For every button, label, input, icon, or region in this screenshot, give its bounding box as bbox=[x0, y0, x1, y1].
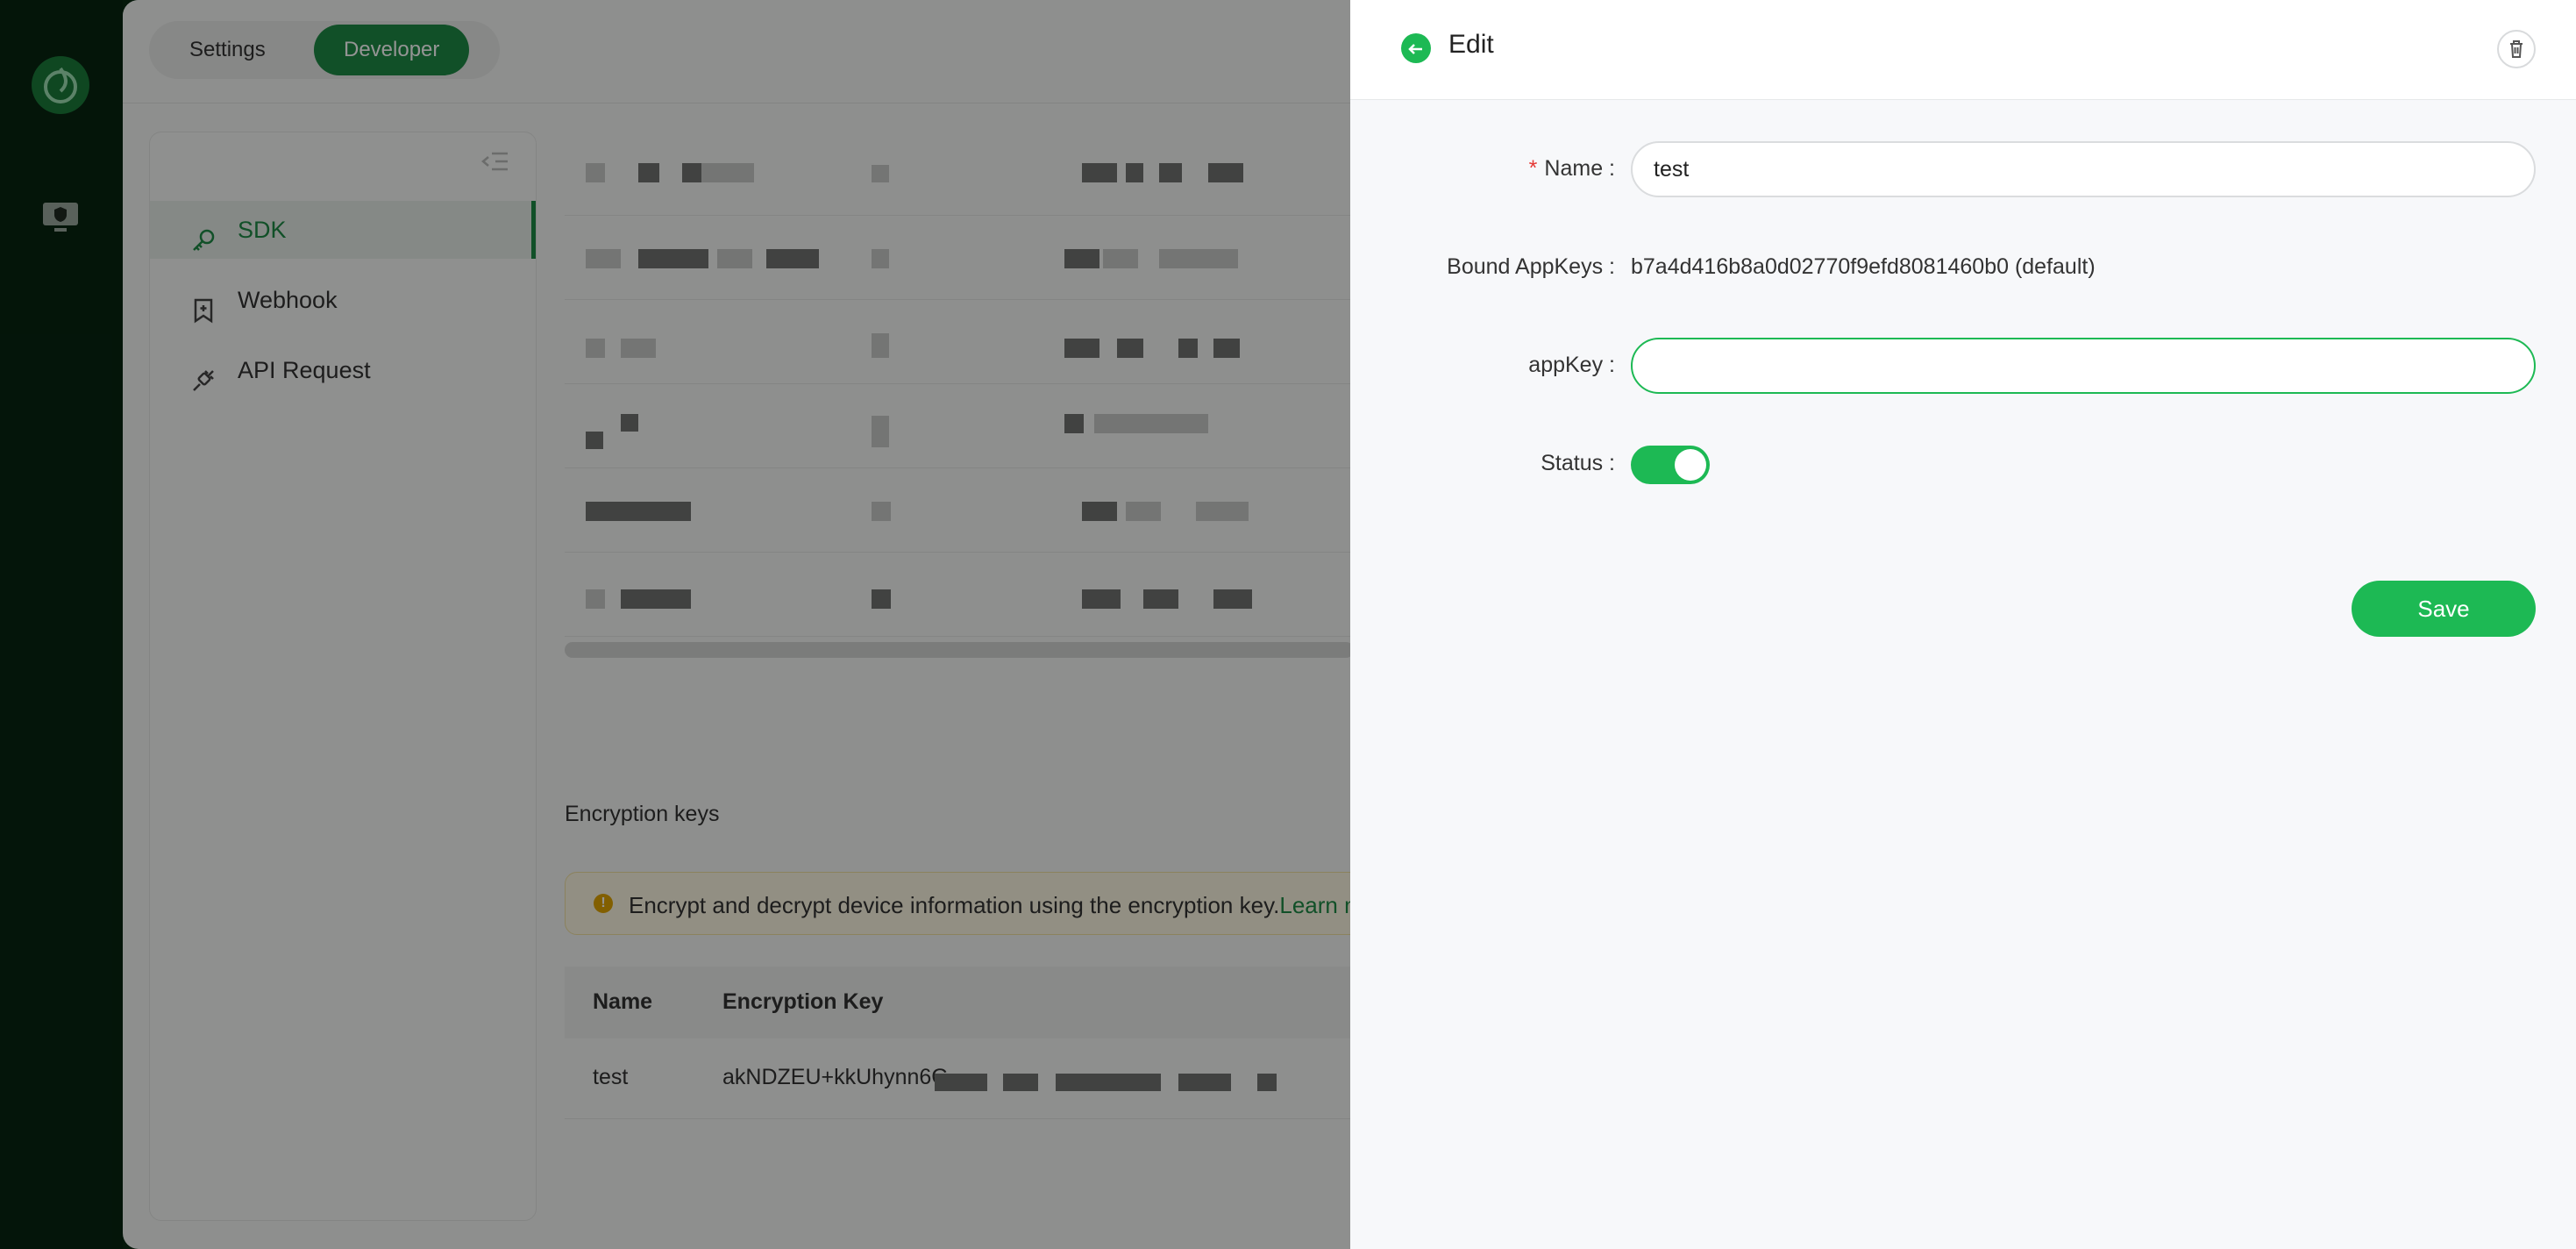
name-input[interactable] bbox=[1631, 141, 2536, 197]
toggle-knob bbox=[1675, 449, 1706, 481]
status-label: Status : bbox=[1541, 451, 1615, 475]
modal-backdrop[interactable] bbox=[0, 0, 1350, 1249]
edit-drawer: Edit *Name : Bound AppKeys : b7a4d416b8a… bbox=[1350, 0, 2576, 1249]
name-label: * Name : bbox=[1528, 156, 1615, 181]
appkey-input[interactable] bbox=[1631, 338, 2536, 394]
back-arrow-icon[interactable] bbox=[1401, 33, 1431, 63]
delete-button[interactable] bbox=[2497, 30, 2536, 68]
trash-icon bbox=[2510, 40, 2523, 58]
save-button[interactable]: Save bbox=[2352, 581, 2536, 637]
bound-appkeys-value: b7a4d416b8a0d02770f9efd8081460b0 (defaul… bbox=[1631, 254, 2096, 279]
bound-appkeys-label: Bound AppKeys : bbox=[1447, 254, 1615, 279]
drawer-header: Edit bbox=[1350, 0, 2576, 100]
appkey-label: appKey : bbox=[1528, 353, 1615, 377]
status-toggle[interactable] bbox=[1631, 446, 1710, 484]
drawer-title: Edit bbox=[1448, 30, 1494, 59]
